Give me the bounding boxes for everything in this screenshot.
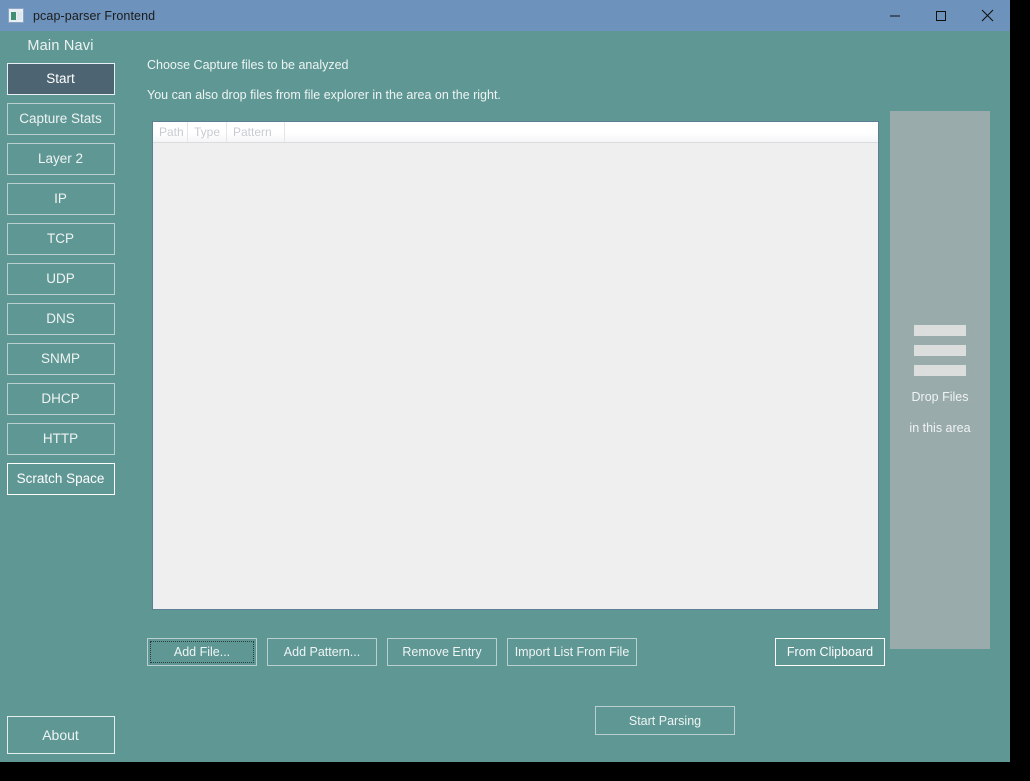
close-icon[interactable] xyxy=(964,0,1010,31)
title-bar: pcap-parser Frontend xyxy=(0,0,1010,31)
sidebar-item-scratch-space[interactable]: Scratch Space xyxy=(6,463,115,495)
sidebar-item-start[interactable]: Start xyxy=(6,63,115,95)
sidebar-item-http[interactable]: HTTP xyxy=(6,423,115,455)
sidebar-item-dhcp[interactable]: DHCP xyxy=(6,383,115,415)
table-header-row: Path Type Pattern xyxy=(153,122,878,143)
file-list-icon xyxy=(914,325,966,376)
add-file-button[interactable]: Add File... xyxy=(147,638,257,666)
file-list-table[interactable]: Path Type Pattern xyxy=(152,121,879,610)
sidebar-item-layer-2[interactable]: Layer 2 xyxy=(6,143,115,175)
instruction-primary: Choose Capture files to be analyzed xyxy=(147,58,349,72)
column-header-type[interactable]: Type xyxy=(188,122,227,142)
minimize-icon[interactable] xyxy=(872,0,918,31)
application-window: pcap-parser Frontend Main Navi Start Cap… xyxy=(0,0,1010,762)
sidebar-heading: Main Navi xyxy=(27,38,94,54)
sidebar-item-ip[interactable]: IP xyxy=(6,183,115,215)
import-list-from-file-button[interactable]: Import List From File xyxy=(507,638,637,666)
sidebar-item-snmp[interactable]: SNMP xyxy=(6,343,115,375)
app-window-icon xyxy=(8,8,24,23)
drop-zone-label-primary: Drop Files xyxy=(911,390,969,404)
sidebar-item-udp[interactable]: UDP xyxy=(6,263,115,295)
window-title: pcap-parser Frontend xyxy=(33,8,156,23)
column-header-pattern[interactable]: Pattern xyxy=(227,122,285,142)
add-pattern-button[interactable]: Add Pattern... xyxy=(267,638,377,666)
column-header-path[interactable]: Path xyxy=(153,122,188,142)
column-header-filler xyxy=(285,122,878,142)
sidebar-item-tcp[interactable]: TCP xyxy=(6,223,115,255)
about-button[interactable]: About xyxy=(6,716,115,754)
instruction-secondary: You can also drop files from file explor… xyxy=(147,88,501,102)
from-clipboard-button[interactable]: From Clipboard xyxy=(775,638,885,666)
sidebar-item-dns[interactable]: DNS xyxy=(6,303,115,335)
file-drop-zone[interactable]: Drop Files in this area xyxy=(890,111,990,649)
table-body-empty[interactable] xyxy=(153,143,878,608)
maximize-icon[interactable] xyxy=(918,0,964,31)
window-body: Main Navi Start Capture Stats Layer 2 IP… xyxy=(0,31,1010,762)
sidebar: Main Navi Start Capture Stats Layer 2 IP… xyxy=(0,31,121,762)
start-parsing-button[interactable]: Start Parsing xyxy=(595,706,735,735)
window-controls xyxy=(872,0,1010,31)
main-panel: Choose Capture files to be analyzed You … xyxy=(121,31,1010,762)
sidebar-item-capture-stats[interactable]: Capture Stats xyxy=(6,103,115,135)
remove-entry-button[interactable]: Remove Entry xyxy=(387,638,497,666)
drop-zone-label-secondary: in this area xyxy=(909,421,971,435)
